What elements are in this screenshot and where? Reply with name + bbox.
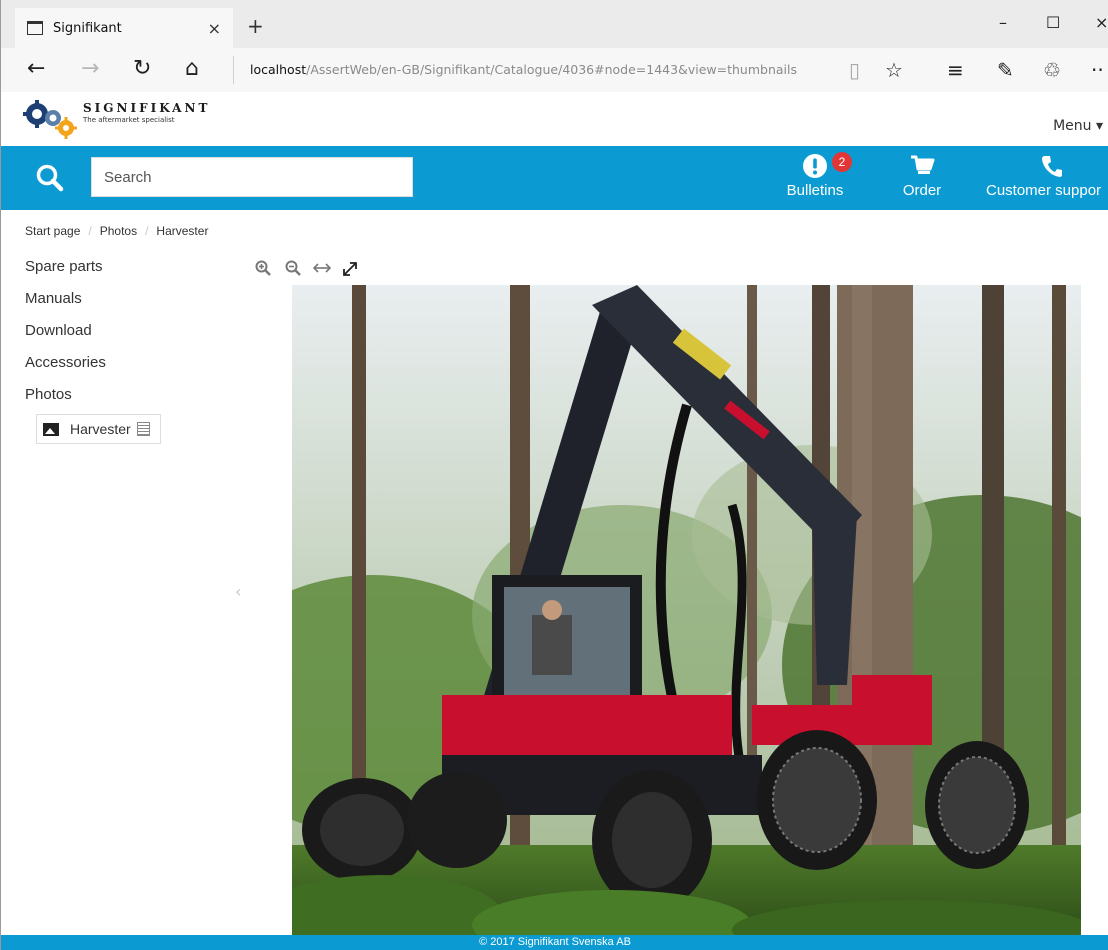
reading-view-icon[interactable]: ▯ <box>849 57 860 83</box>
home-icon[interactable]: ⌂ <box>185 56 199 82</box>
address-bar[interactable]: localhost/AssertWeb/en-GB/Signifikant/Ca… <box>233 56 833 84</box>
minimize-button[interactable]: – <box>999 13 1007 32</box>
close-window-button[interactable]: × <box>1095 13 1108 32</box>
order-button[interactable]: Order <box>895 152 949 199</box>
cart-icon <box>911 155 935 174</box>
breadcrumb-photos[interactable]: Photos <box>100 224 137 238</box>
refresh-icon[interactable]: ↻ <box>133 56 151 82</box>
bulletins-button[interactable]: 2 Bulletins <box>783 152 852 199</box>
sidebar-item-spare-parts[interactable]: Spare parts <box>25 258 103 275</box>
sidebar-subitem-label: Harvester <box>70 421 131 437</box>
order-label: Order <box>902 182 942 199</box>
hub-icon[interactable]: ≡ <box>947 57 964 83</box>
phone-icon <box>1042 156 1062 177</box>
search-icon[interactable] <box>35 163 65 193</box>
exclamation-circle-icon <box>803 154 827 178</box>
share-icon[interactable]: ♲ <box>1043 57 1061 83</box>
bulletins-label: Bulletins <box>786 182 844 199</box>
fit-width-icon[interactable] <box>313 260 331 276</box>
tab-title: Signifikant <box>53 20 122 36</box>
brand-tagline: The aftermarket specialist <box>83 116 175 124</box>
site-header: SIGNIFIKANT The aftermarket specialist M… <box>1 92 1108 146</box>
brand-name: SIGNIFIKANT <box>83 101 211 115</box>
maximize-button[interactable]: ☐ <box>1046 13 1060 32</box>
zoom-out-icon[interactable] <box>285 260 301 276</box>
site: SIGNIFIKANT The aftermarket specialist M… <box>0 92 1108 950</box>
collapse-sidebar-icon[interactable]: ‹ <box>235 582 241 601</box>
sidebar-item-manuals[interactable]: Manuals <box>25 290 82 307</box>
fullscreen-icon[interactable] <box>341 260 359 278</box>
browser-nav-bar: ← → ↻ ⌂ localhost/AssertWeb/en-GB/Signif… <box>0 48 1108 92</box>
sidebar-subitem-harvester[interactable]: Harvester <box>36 414 161 444</box>
address-host: localhost <box>250 62 307 77</box>
web-note-icon[interactable]: ✎ <box>997 57 1014 83</box>
search-bar: 2 Bulletins Order Customer suppor <box>1 146 1108 210</box>
sidebar-item-download[interactable]: Download <box>25 322 92 339</box>
search-input[interactable] <box>91 157 413 197</box>
signifikant-logo-icon[interactable] <box>23 98 77 140</box>
breadcrumb: Start page / Photos / Harvester <box>25 224 209 238</box>
breadcrumb-harvester: Harvester <box>156 224 209 238</box>
footer-copyright: © 2017 Signifikant Svenska AB <box>1 935 1108 950</box>
harvester-photo[interactable] <box>292 285 1081 935</box>
more-icon[interactable]: ·· <box>1091 57 1104 83</box>
zoom-in-icon[interactable] <box>255 260 271 276</box>
customer-support-label: Customer suppor <box>986 182 1102 199</box>
breadcrumb-start-page[interactable]: Start page <box>25 224 80 238</box>
new-tab-button[interactable]: + <box>247 14 264 38</box>
favorite-star-icon[interactable]: ☆ <box>885 57 903 83</box>
forward-icon[interactable]: → <box>81 56 99 82</box>
address-path: /AssertWeb/en-GB/Signifikant/Catalogue/4… <box>306 62 797 77</box>
tab-page-icon <box>27 21 43 35</box>
browser-tab[interactable]: Signifikant × <box>15 8 233 48</box>
bulletins-badge: 2 <box>832 152 852 172</box>
picture-icon <box>43 422 59 436</box>
menu-dropdown[interactable]: Menu ▾ <box>1053 118 1103 134</box>
back-icon[interactable]: ← <box>27 56 45 82</box>
details-list-icon[interactable] <box>136 422 150 436</box>
tab-close-button[interactable]: × <box>208 19 221 38</box>
browser-tab-bar: Signifikant × + – ☐ × <box>0 0 1108 48</box>
sidebar-item-photos[interactable]: Photos <box>25 386 72 403</box>
customer-support-button[interactable]: Customer suppor <box>986 152 1108 199</box>
sidebar-item-accessories[interactable]: Accessories <box>25 354 106 371</box>
